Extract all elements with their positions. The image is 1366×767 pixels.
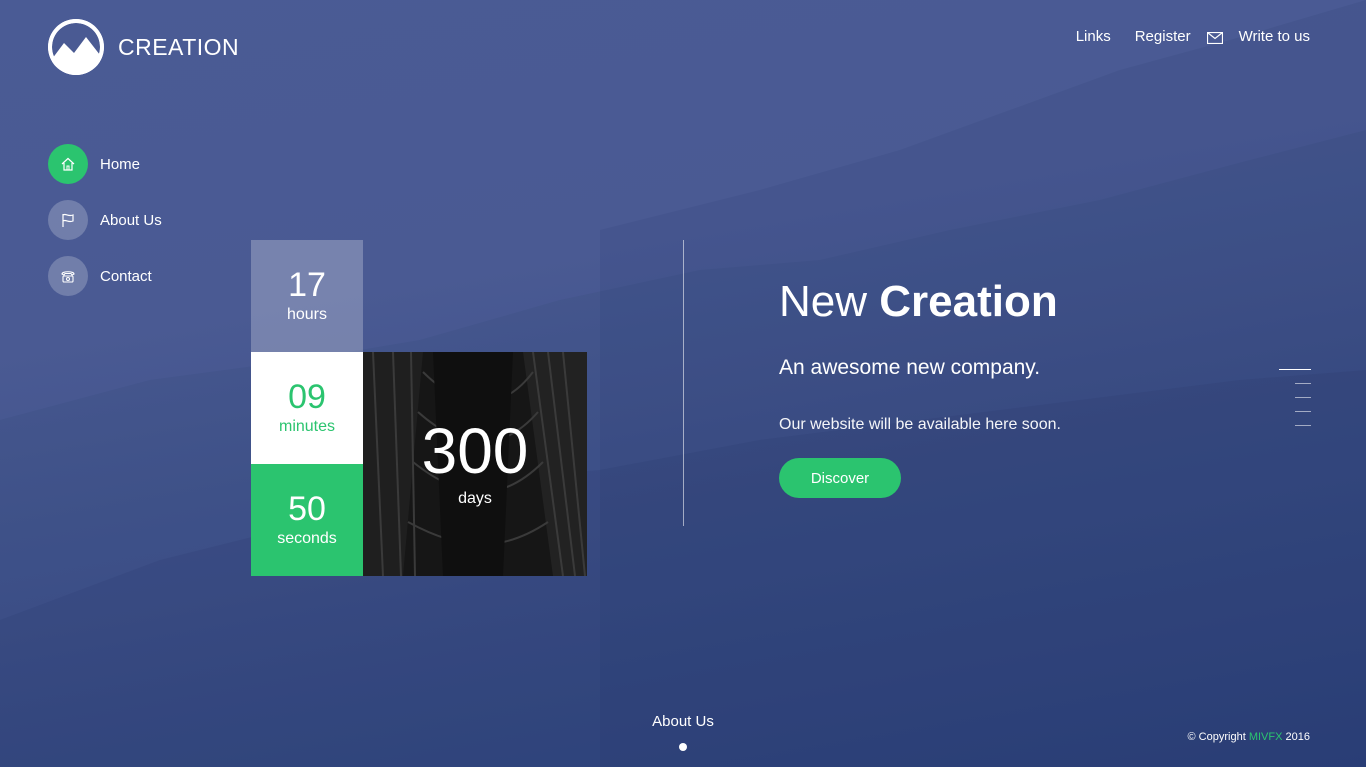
vertical-divider (683, 240, 684, 526)
side-menu-label: Contact (100, 267, 152, 285)
mail-icon (1206, 31, 1223, 44)
minutes-label: minutes (278, 418, 336, 435)
copyright-prefix: © Copyright (1187, 731, 1246, 743)
hours-value: 17 (288, 266, 326, 304)
section-nav (1279, 369, 1311, 439)
side-menu: Home About Us Contact (48, 144, 162, 312)
copyright: © Copyright MIVFX 2016 (1188, 731, 1310, 743)
hero: New Creation An awesome new company. Our… (779, 276, 1061, 498)
side-menu-item-about[interactable]: About Us (48, 200, 162, 240)
countdown-days: 300 days (363, 352, 587, 576)
about-us-link[interactable]: About Us (0, 713, 1366, 730)
seconds-value: 50 (288, 490, 326, 528)
section-nav-dash[interactable] (1279, 369, 1311, 370)
flag-icon (48, 200, 88, 240)
hero-text: Our website will be available here soon. (779, 416, 1061, 433)
countdown-seconds: 50 seconds (251, 464, 363, 576)
nav-write-link[interactable]: Write to us (1239, 28, 1310, 45)
copyright-year: 2016 (1285, 731, 1310, 743)
section-nav-dash[interactable] (1295, 397, 1311, 398)
hours-label: hours (286, 306, 328, 323)
section-nav-dash[interactable] (1295, 383, 1311, 384)
hero-subtitle: An awesome new company. (779, 356, 1041, 379)
days-label: days (458, 490, 492, 507)
logo-mark-icon (48, 19, 104, 75)
hero-title-light: New (779, 277, 868, 326)
copyright-brand-link[interactable]: MIVFX (1249, 731, 1283, 743)
minutes-value: 09 (288, 378, 326, 416)
countdown-minutes: 09 minutes (251, 352, 363, 464)
section-nav-dash[interactable] (1295, 411, 1311, 412)
hero-title: New Creation (779, 276, 1061, 328)
phone-icon (48, 256, 88, 296)
nav-register-link[interactable]: Register (1135, 28, 1191, 45)
side-menu-item-contact[interactable]: Contact (48, 256, 162, 296)
top-nav: Links Register Write to us (1076, 28, 1310, 45)
hero-title-bold: Creation (879, 277, 1058, 326)
scroll-dot[interactable] (679, 743, 687, 751)
home-icon (48, 144, 88, 184)
side-menu-label: Home (100, 155, 141, 173)
side-menu-item-home[interactable]: Home (48, 144, 162, 184)
section-nav-dash[interactable] (1295, 425, 1311, 426)
logo[interactable]: CREATION (48, 19, 239, 75)
seconds-label: seconds (277, 530, 337, 547)
countdown-hours: 17 hours (251, 240, 363, 352)
nav-links-link[interactable]: Links (1076, 28, 1111, 45)
side-menu-label: About Us (100, 211, 162, 229)
days-value: 300 (421, 415, 529, 487)
brand-name: CREATION (118, 33, 240, 60)
discover-button[interactable]: Discover (779, 458, 901, 498)
